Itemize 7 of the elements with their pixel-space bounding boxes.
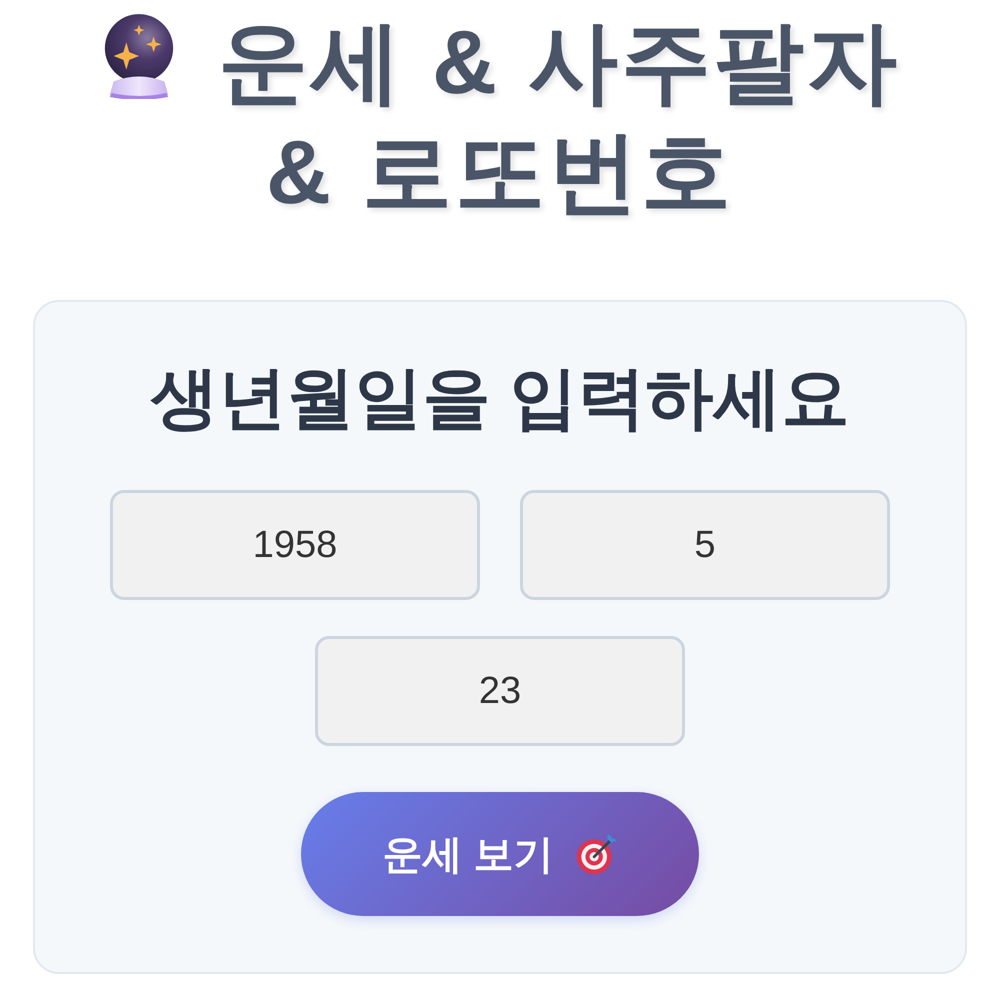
input-field[interactable]: 1958 (110, 490, 480, 600)
page-title: 운세 & 사주팔자 & 로또번호 (218, 13, 900, 223)
input-field[interactable]: 5 (520, 490, 890, 600)
input-field[interactable]: 23 (315, 636, 685, 746)
target-icon (574, 832, 618, 876)
form-heading: 생년월일을 입력하세요 (150, 359, 850, 438)
fortune-button[interactable]: 운세 보기 (301, 792, 699, 916)
